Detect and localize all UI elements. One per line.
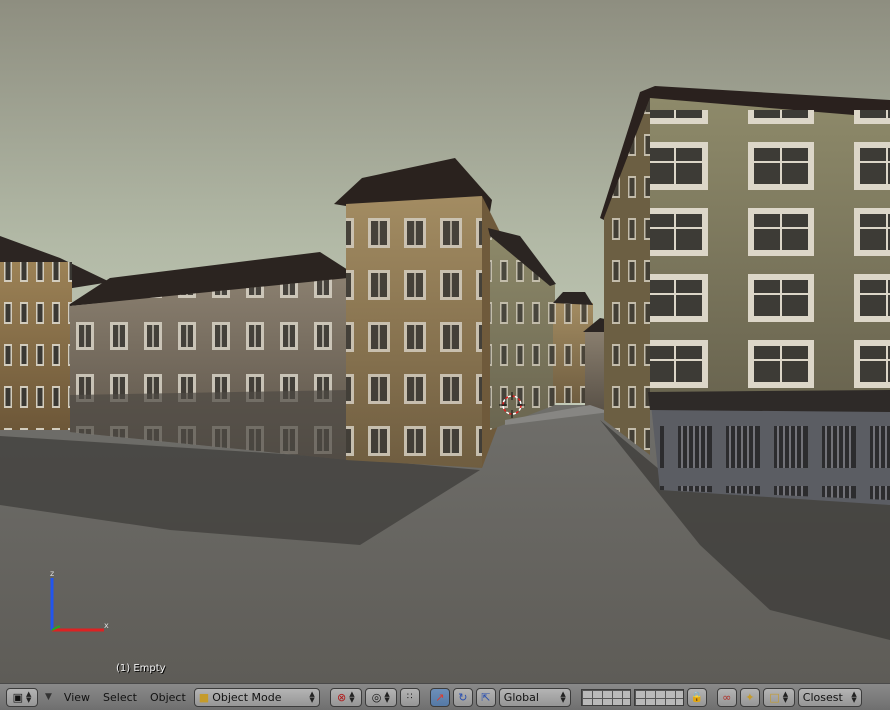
translate-icon: ↗ <box>435 690 445 704</box>
mode-label: Object Mode <box>212 690 282 704</box>
pivot-point-icon: ◎ <box>371 690 382 704</box>
mode-selector[interactable]: ■ Object Mode ▲ ▼ <box>193 687 320 707</box>
updown-arrows-icon: ▲ ▼ <box>560 690 566 704</box>
lock-layers-button[interactable]: 🔒 <box>686 687 707 707</box>
axis-z-label: z <box>50 569 54 578</box>
city-scene: z x <box>0 0 890 683</box>
scale-icon: ⇱ <box>481 690 491 704</box>
translate-button[interactable]: ↗ <box>429 687 450 707</box>
snap-target-selector[interactable]: Closest ▲ ▼ <box>797 687 862 707</box>
menu-object[interactable]: Object <box>145 691 191 704</box>
proportional-edit-button[interactable]: ∞ <box>716 687 737 707</box>
layers-grid-left[interactable] <box>580 688 631 706</box>
updown-arrows-icon: ▲ ▼ <box>26 690 32 704</box>
proportional-edit-icon: ∞ <box>722 690 732 704</box>
cube-mode-icon: ■ <box>198 690 210 704</box>
editor-type-button[interactable]: ▣ ▲ ▼ <box>6 687 38 707</box>
snap-target-label: Closest <box>802 690 843 704</box>
lock-icon: 🔒 <box>690 691 704 703</box>
snap-toggle-button[interactable]: ✦ <box>739 687 760 707</box>
cube-icon: ▣ <box>12 690 23 704</box>
updown-arrows-icon: ▲ ▼ <box>782 690 789 704</box>
updown-arrows-icon: ▲ ▼ <box>384 690 390 704</box>
snap-element-icon: □ <box>769 690 780 704</box>
orientation-label: Global <box>503 690 539 704</box>
layers-grid-right[interactable] <box>633 688 684 706</box>
manipulator-toggle[interactable]: ∷ <box>399 687 420 707</box>
scale-button[interactable]: ⇱ <box>475 687 496 707</box>
snap-element-selector[interactable]: □ ▲ ▼ <box>762 687 795 707</box>
shading-icon: ⊗ <box>336 690 347 704</box>
axis-x-label: x <box>104 621 109 630</box>
updown-arrows-icon: ▲ ▼ <box>349 690 355 704</box>
snap-icon: ✦ <box>745 690 755 704</box>
selected-object-label: (1) Empty <box>116 663 166 674</box>
menu-select[interactable]: Select <box>98 691 142 704</box>
viewport-shading-selector[interactable]: ⊗ ▲ ▼ <box>329 687 362 707</box>
transform-orientation-selector[interactable]: Global ▲ ▼ <box>498 687 571 707</box>
menu-view[interactable]: View <box>59 691 95 704</box>
rotate-icon: ↻ <box>458 690 468 704</box>
updown-arrows-icon: ▲ ▼ <box>851 690 857 704</box>
rotate-button[interactable]: ↻ <box>452 687 473 707</box>
pivot-point-selector[interactable]: ◎ ▲ ▼ <box>364 687 397 707</box>
3d-viewport[interactable]: z x (1) Empty <box>0 0 890 683</box>
collapse-menus-icon[interactable]: ▼ <box>41 692 56 702</box>
manipulator-icon: ∷ <box>406 692 413 702</box>
3d-view-header: ▣ ▲ ▼ ▼ View Select Object ■ Object Mode … <box>0 683 890 710</box>
updown-arrows-icon: ▲ ▼ <box>309 690 315 704</box>
